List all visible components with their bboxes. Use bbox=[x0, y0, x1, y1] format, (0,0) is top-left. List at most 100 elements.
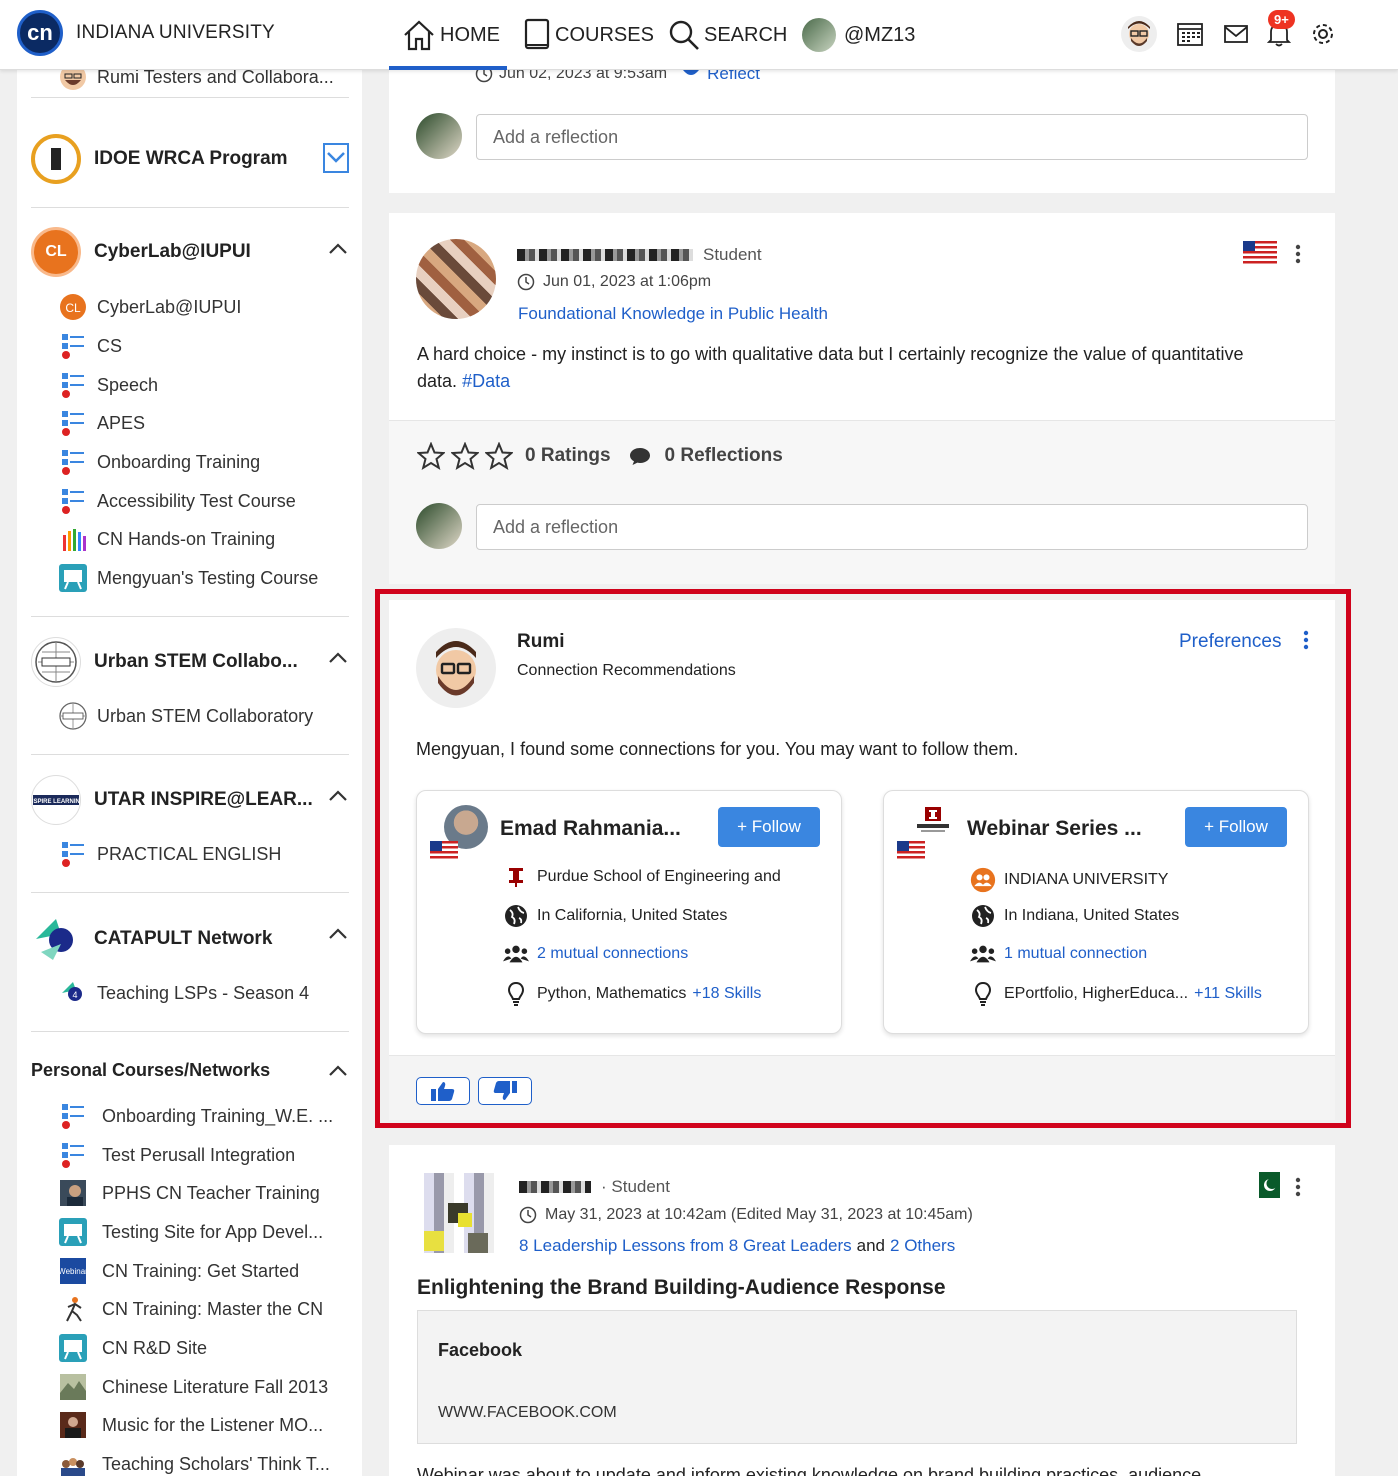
nav-courses-label: COURSES bbox=[555, 23, 654, 46]
rumi-name[interactable]: Rumi bbox=[517, 631, 565, 653]
more-skills-link[interactable]: +11 Skills bbox=[1194, 985, 1262, 1003]
idoe-expand-toggle[interactable] bbox=[323, 143, 349, 173]
mutual-connections-link[interactable]: 2 mutual connections bbox=[537, 945, 688, 963]
reflection-input[interactable]: Add a reflection bbox=[476, 504, 1308, 550]
sidebar-item-practical-english[interactable]: PRACTICAL ENGLISH bbox=[57, 837, 281, 871]
active-tab-indicator bbox=[389, 66, 507, 70]
clock-icon bbox=[517, 273, 535, 291]
cn-logo[interactable]: cn bbox=[17, 10, 63, 56]
author-avatar-blurred[interactable] bbox=[414, 1173, 500, 1253]
connection-name[interactable]: Emad Rahmania... bbox=[500, 817, 681, 841]
sidebar-item-cn-hands-on-training[interactable]: CN Hands-on Training bbox=[57, 522, 275, 556]
thumbs-up-button[interactable] bbox=[416, 1077, 470, 1105]
group-title-cyberlab[interactable]: CyberLab@IUPUI bbox=[94, 241, 251, 263]
sidebar-item-teaching-scholars[interactable]: Teaching Scholars' Think T... bbox=[57, 1447, 330, 1476]
rumi-message: Mengyuan, I found some connections for y… bbox=[416, 739, 1019, 759]
link-preview[interactable]: Facebook WWW.FACEBOOK.COM bbox=[417, 1310, 1297, 1444]
group-title-catapult[interactable]: CATAPULT Network bbox=[94, 928, 272, 950]
sidebar-item-testing-site-app-devel[interactable]: Testing Site for App Devel... bbox=[57, 1215, 323, 1249]
idoe-logo bbox=[31, 134, 81, 184]
sidebar-item-onboarding-training[interactable]: Onboarding Training bbox=[57, 445, 260, 479]
star-icon[interactable] bbox=[451, 442, 479, 470]
nav-search[interactable]: SEARCH bbox=[668, 10, 787, 60]
sidebar-item-label: PRACTICAL ENGLISH bbox=[97, 843, 282, 864]
chevron-up-icon[interactable] bbox=[327, 785, 349, 807]
settings-button[interactable] bbox=[1303, 14, 1343, 54]
sidebar-item-urban-stem-collaboratory[interactable]: Urban STEM Collaboratory bbox=[57, 699, 313, 733]
comment-icon[interactable] bbox=[629, 446, 651, 466]
sidebar-item-cs[interactable]: CS bbox=[57, 329, 122, 363]
messages-button[interactable] bbox=[1216, 14, 1256, 54]
follow-button[interactable]: + Follow bbox=[718, 807, 820, 847]
star-icon[interactable] bbox=[417, 442, 445, 470]
author-role: · Student bbox=[601, 1177, 670, 1196]
group-title-utar[interactable]: UTAR INSPIRE@LEAR... bbox=[94, 789, 313, 811]
chevron-up-icon[interactable] bbox=[327, 1060, 349, 1082]
sidebar-item-apes[interactable]: APES bbox=[57, 406, 145, 440]
us-flag-icon bbox=[1243, 241, 1277, 265]
post-timestamp: Jun 01, 2023 at 1:06pm bbox=[543, 273, 712, 290]
reflection-input[interactable]: Add a reflection bbox=[476, 114, 1308, 160]
personal-courses-title[interactable]: Personal Courses/Networks bbox=[31, 1060, 270, 1081]
connection-mutual-row: 2 mutual connections bbox=[503, 943, 688, 965]
author-name-redacted[interactable] bbox=[517, 249, 693, 261]
sidebar-item-chinese-literature[interactable]: Chinese Literature Fall 2013 bbox=[57, 1370, 328, 1404]
sidebar-item-speech[interactable]: Speech bbox=[57, 368, 158, 402]
svg-text:4: 4 bbox=[72, 990, 77, 1000]
post-body: A hard choice - my instinct is to go wit… bbox=[417, 341, 1287, 395]
sidebar-item-music-for-listener[interactable]: Music for the Listener MO... bbox=[57, 1408, 323, 1442]
sidebar-item-label: Test Perusall Integration bbox=[102, 1144, 296, 1165]
sidebar-item-cn-rd-site[interactable]: CN R&D Site bbox=[57, 1331, 207, 1365]
chevron-up-icon[interactable] bbox=[327, 238, 349, 260]
connection-card: Emad Rahmania... + Follow Purdue School … bbox=[416, 790, 842, 1034]
sidebar-item-mengyuans-testing-course[interactable]: Mengyuan's Testing Course bbox=[57, 561, 318, 595]
star-icon[interactable] bbox=[485, 442, 513, 470]
sidebar-item-test-perusall[interactable]: Test Perusall Integration bbox=[57, 1138, 295, 1172]
calendar-button[interactable] bbox=[1170, 14, 1210, 54]
post-course-link[interactable]: Foundational Knowledge in Public Health bbox=[518, 304, 828, 324]
connection-skills: EPortfolio, HigherEduca... bbox=[1004, 985, 1189, 1002]
more-options-icon[interactable] bbox=[1293, 244, 1303, 264]
us-flag-icon bbox=[430, 841, 458, 859]
ratings-count[interactable]: 0 Ratings bbox=[525, 445, 611, 467]
sidebar-item-pphs-cn-teacher-training[interactable]: PPHS CN Teacher Training bbox=[57, 1176, 320, 1210]
post-author-row: Student bbox=[517, 245, 762, 265]
sidebar-item-rumi-testers[interactable]: Rumi Testers and Collabora... bbox=[57, 70, 334, 94]
more-options-icon[interactable] bbox=[1293, 1177, 1303, 1197]
chevron-up-icon[interactable] bbox=[327, 923, 349, 945]
sidebar-item-teaching-lsps[interactable]: 4 Teaching LSPs - Season 4 bbox=[57, 976, 309, 1010]
mutual-connections-link[interactable]: 1 mutual connection bbox=[1004, 945, 1147, 963]
pakistan-flag-icon bbox=[1252, 1172, 1280, 1198]
group-title-idoe[interactable]: IDOE WRCA Program bbox=[94, 148, 288, 170]
follow-button[interactable]: + Follow bbox=[1185, 807, 1287, 847]
more-skills-link[interactable]: +18 Skills bbox=[692, 985, 761, 1003]
sidebar-item-accessibility-test-course[interactable]: Accessibility Test Course bbox=[57, 484, 296, 518]
sidebar-item-label: APES bbox=[97, 412, 146, 433]
connection-mutual-row: 1 mutual connection bbox=[970, 943, 1147, 965]
cyberlab-logo: CL bbox=[31, 227, 81, 277]
nav-user-profile[interactable]: @MZ13 bbox=[802, 10, 915, 60]
post-course-link[interactable]: 8 Leadership Lessons from 8 Great Leader… bbox=[519, 1236, 852, 1256]
reflections-count[interactable]: 0 Reflections bbox=[665, 445, 783, 467]
sidebar-item-onboarding-training-we[interactable]: Onboarding Training_W.E. ... bbox=[57, 1099, 333, 1133]
post-body-text: A hard choice - my instinct is to go wit… bbox=[417, 344, 1244, 391]
commenter-avatar bbox=[416, 113, 462, 159]
hashtag-link[interactable]: #Data bbox=[462, 371, 510, 391]
sidebar-item-cn-training-master[interactable]: CN Training: Master the CN bbox=[57, 1292, 323, 1326]
chevron-up-icon[interactable] bbox=[327, 647, 349, 669]
connection-name[interactable]: Webinar Series ... bbox=[967, 817, 1142, 841]
more-options-icon[interactable] bbox=[1301, 630, 1311, 650]
author-name-redacted[interactable] bbox=[519, 1181, 591, 1193]
institution-name[interactable]: INDIANA UNIVERSITY bbox=[76, 22, 275, 44]
sidebar-item-cn-training-get-started[interactable]: Webinar CN Training: Get Started bbox=[57, 1254, 299, 1288]
sidebar-item-label: Chinese Literature Fall 2013 bbox=[102, 1376, 329, 1397]
group-title-urban-stem[interactable]: Urban STEM Collabo... bbox=[94, 651, 298, 673]
rumi-avatar-button[interactable] bbox=[1119, 14, 1159, 54]
nav-courses[interactable]: COURSES bbox=[523, 10, 654, 60]
other-courses-link[interactable]: 2 Others bbox=[890, 1236, 955, 1256]
thumbs-down-button[interactable] bbox=[478, 1077, 532, 1105]
nav-home[interactable]: HOME bbox=[402, 10, 500, 60]
preferences-link[interactable]: Preferences bbox=[1179, 631, 1281, 653]
sidebar-item-cyberlab[interactable]: CL CyberLab@IUPUI bbox=[57, 290, 241, 324]
author-avatar-blurred[interactable] bbox=[416, 239, 496, 319]
